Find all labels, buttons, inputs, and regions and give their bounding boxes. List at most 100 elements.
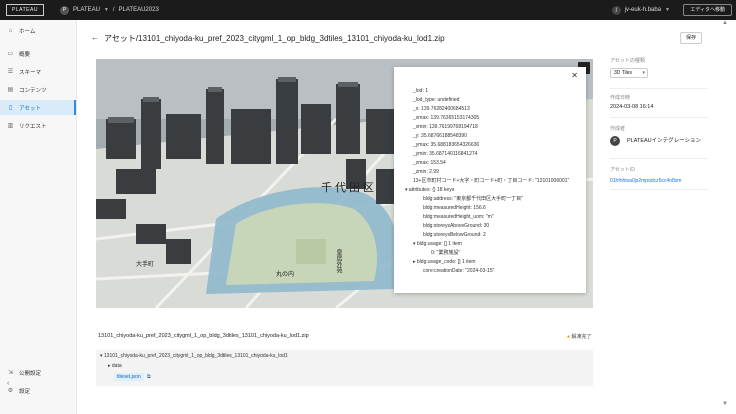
logo-text: PLATEAU — [6, 4, 44, 16]
attribute-row: _xmin: 139.76199768194718 — [413, 124, 478, 130]
attribute-row: _ymin: 35.687140116841274 — [413, 151, 478, 157]
workspace-name: PLATEAU — [73, 7, 100, 13]
attribute-row: 13+区市町村コード+大字・町コード+町・丁目コード: "13101006001… — [413, 178, 570, 184]
sidebar-item-label: リクエスト — [19, 123, 47, 130]
go-to-editor-button[interactable]: エディタへ移動 — [683, 4, 732, 16]
sidebar-item-label: コンテンツ — [19, 87, 47, 94]
sidebar-item-label: ホーム — [19, 28, 36, 35]
collapse-sidebar-icon[interactable]: ‹ — [7, 380, 9, 387]
created-at-label: 作成日時 — [610, 95, 631, 101]
attribute-row: bldg:measuredHeight_uom: "m" — [423, 214, 494, 220]
project-name[interactable]: PLATEAU2023 — [119, 7, 159, 13]
sidebar-item-asset[interactable]: ▯ アセット — [0, 100, 76, 115]
map-label: 丸の内 — [276, 272, 295, 278]
home-icon: ⌂ — [8, 27, 13, 34]
usage-code-toggle[interactable]: ▸ bldg:usage_code: [] 1 item — [403, 258, 583, 267]
attribute-row: core:creationDate: "2024-03-15" — [423, 268, 495, 274]
sidebar-item-request[interactable]: ▥ リクエスト — [0, 118, 76, 133]
back-arrow-icon[interactable]: ← — [91, 33, 99, 42]
status-text: 解凍完了 — [571, 334, 592, 340]
file-tree: ▾ 13101_chiyoda-ku_pref_2023_citygml_1_o… — [96, 350, 593, 386]
sidebar-item-label: アセット — [19, 105, 41, 112]
page-title: アセット/13101_chiyoda-ku_pref_2023_citygml_… — [104, 34, 445, 43]
asset-id-panel: アセットID 01hfnhtsa0js2mpodcz5cc4n8sm — [610, 166, 708, 190]
publish-icon: ⇲ — [7, 370, 14, 376]
map-label: 千代田区 — [321, 182, 377, 194]
sidebar-bottom: ⇲ 公開設定 ⚙ 設定 — [0, 362, 76, 398]
attributes-toggle[interactable]: ▾ attributes: {} 18 keys — [403, 186, 583, 195]
creator-panel: 作成者 P PLATEAUインテグレーション — [610, 125, 708, 159]
breadcrumb-separator: / — [112, 7, 115, 13]
top-bar: PLATEAU P PLATEAU ▼ / PLATEAU2023 j jv-e… — [0, 0, 736, 20]
asset-type-panel: アセットの種類 3D Tiles — [610, 57, 708, 89]
attribute-row: bldg:storeysAboveGround: 30 — [423, 223, 490, 229]
plateau-logo[interactable]: PLATEAU — [0, 4, 50, 16]
sidebar-item-label: 概要 — [19, 51, 31, 58]
content-icon: ▤ — [7, 87, 14, 93]
attribute-row: _lod_type: undefined — [413, 97, 460, 103]
chevron-down-icon: ▾ — [100, 353, 103, 359]
attribute-row: _lod: 1 — [413, 88, 429, 94]
asset-icon: ▯ — [8, 105, 13, 111]
tree-root[interactable]: ▾ 13101_chiyoda-ku_pref_2023_citygml_1_o… — [100, 353, 288, 359]
feature-info-popup: ✕ _lod: 1 _lod_type: undefined _x: 139.7… — [394, 67, 586, 293]
attribute-row: bldg:storeysBelowGround: 2 — [423, 232, 486, 238]
asset-type-label: アセットの種類 — [610, 58, 645, 64]
status-badge: ● 解凍完了 — [567, 333, 591, 340]
scroll-down-icon[interactable]: ▼ — [722, 401, 728, 407]
file-name: 13101_chiyoda-ku_pref_2023_citygml_1_op_… — [98, 333, 309, 339]
workspace-avatar: P — [60, 5, 69, 15]
tree-folder[interactable]: ▸ data — [108, 363, 122, 369]
created-at-value: 2024-03-08 16:14 — [610, 104, 654, 110]
sidebar-item-label: スキーマ — [19, 69, 42, 76]
map-label: 大手町 — [136, 262, 155, 268]
asset-id-link[interactable]: 01hfnhtsa0js2mpodcz5cc4n8sm — [610, 178, 708, 184]
sidebar-item-content[interactable]: ▤ コンテンツ — [0, 82, 76, 97]
sidebar-item-overview[interactable]: ▭ 概要 — [0, 46, 76, 61]
sidebar-item-home[interactable]: ⌂ ホーム — [0, 23, 76, 38]
sidebar-item-schema[interactable]: ☰ スキーマ — [0, 64, 76, 79]
sidebar-item-label: 設定 — [19, 388, 31, 395]
attribute-row: _ymax: 35.688183654326636 — [413, 142, 480, 148]
attribute-row: bldg:address: "東京都千代田区大手町一丁目" — [423, 196, 523, 202]
status-dot-icon: ● — [567, 334, 571, 340]
creator: P PLATEAUインテグレーション — [610, 136, 708, 146]
user-menu[interactable]: j jv-euk-h.baba ▼ — [611, 5, 674, 15]
attribute-row: _xmax: 139.76365153174305 — [413, 115, 480, 121]
copy-icon[interactable]: ⧉ — [147, 374, 151, 380]
sidebar-item-settings[interactable]: ⚙ 設定 — [0, 383, 76, 398]
scroll-up-icon[interactable]: ▲ — [722, 20, 728, 26]
usage-toggle[interactable]: ▾ bldg:usage: [] 1 item — [403, 240, 583, 249]
attribute-row: _x: 139.76282400684513 — [413, 106, 470, 112]
attribute-row: bldg:measuredHeight: 156.6 — [423, 205, 486, 211]
user-avatar: j — [611, 5, 621, 15]
attribute-row: 0: "業務施設" — [431, 250, 461, 256]
settings-icon: ⚙ — [7, 388, 14, 394]
overview-icon: ▭ — [7, 51, 14, 57]
request-icon: ▥ — [7, 123, 14, 129]
sidebar: ⌂ ホーム ▭ 概要 ☰ スキーマ ▤ コンテンツ ▯ アセット ▥ リクエスト… — [0, 20, 77, 414]
save-button[interactable]: 保存 — [680, 32, 702, 44]
schema-icon: ☰ — [7, 69, 14, 75]
attribute-row: _zmax: 153.54 — [413, 160, 446, 166]
sidebar-item-label: 公開設定 — [19, 370, 42, 377]
creator-avatar: P — [610, 136, 620, 146]
chevron-down-icon: ▼ — [665, 7, 670, 13]
tree-root-label: 13101_chiyoda-ku_pref_2023_citygml_1_op_… — [103, 353, 288, 359]
tree-file[interactable]: tileset.json ⧉ — [114, 373, 151, 381]
chevron-down-icon: ▼ — [103, 7, 109, 13]
close-icon[interactable]: ✕ — [571, 71, 578, 80]
tree-folder-label: data — [111, 363, 122, 369]
sidebar-item-publish[interactable]: ⇲ 公開設定 — [0, 365, 76, 380]
user-name: jv-euk-h.baba — [624, 7, 662, 13]
asset-id-label: アセットID — [610, 167, 635, 173]
chevron-right-icon: ▸ — [108, 363, 111, 369]
workspace-switcher[interactable]: P PLATEAU ▼ / PLATEAU2023 — [60, 5, 159, 15]
created-at-panel: 作成日時 2024-03-08 16:14 — [610, 94, 708, 118]
feature-attributes: _lod: 1 _lod_type: undefined _x: 139.762… — [403, 87, 583, 276]
map-label: 皇居外苑 — [335, 249, 341, 273]
creator-label: 作成者 — [610, 126, 626, 132]
attribute-row: _y: 35.68766188548390 — [413, 133, 467, 139]
asset-type-select[interactable]: 3D Tiles — [610, 68, 648, 78]
tree-file-label: tileset.json — [114, 373, 144, 381]
